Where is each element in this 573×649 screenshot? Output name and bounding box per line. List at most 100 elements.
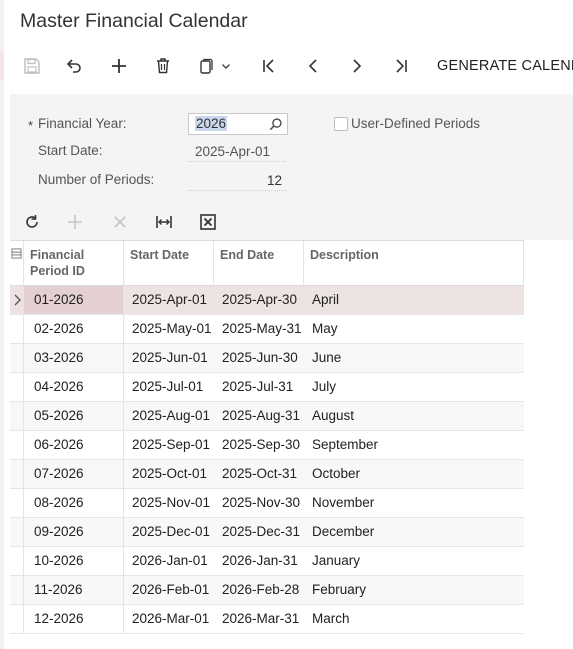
cell-period-id[interactable]: 10-2026 [24, 547, 124, 575]
cell-end-date[interactable]: 2025-Jun-30 [214, 344, 304, 372]
table-row[interactable]: 05-2026 2025-Aug-01 2025-Aug-31 August [10, 402, 524, 431]
column-selector-icon[interactable] [10, 241, 24, 286]
cell-period-id[interactable]: 01-2026 [24, 286, 124, 314]
user-defined-periods-checkbox[interactable] [334, 117, 348, 131]
export-excel-button[interactable] [194, 208, 222, 236]
cell-description[interactable]: February [304, 576, 524, 604]
table-row[interactable]: 12-2026 2026-Mar-01 2026-Mar-31 March [10, 605, 524, 634]
row-selector[interactable] [10, 315, 24, 343]
cell-end-date[interactable]: 2025-Jul-31 [214, 373, 304, 401]
financial-year-field[interactable]: 2026 [188, 113, 288, 135]
add-button[interactable] [103, 50, 135, 82]
cell-end-date[interactable]: 2025-Dec-31 [214, 518, 304, 546]
cell-end-date[interactable]: 2026-Jan-31 [214, 547, 304, 575]
generate-calendar-button[interactable]: GENERATE CALEND [437, 58, 573, 74]
row-selector[interactable] [10, 518, 24, 546]
cell-start-date[interactable]: 2025-Nov-01 [124, 489, 214, 517]
add-row-button[interactable] [61, 208, 89, 236]
search-icon[interactable] [268, 117, 283, 132]
cell-description[interactable]: March [304, 605, 524, 633]
table-row[interactable]: 01-2026 2025-Apr-01 2025-Apr-30 April [10, 286, 524, 315]
table-row[interactable]: 11-2026 2026-Feb-01 2026-Feb-28 February [10, 576, 524, 605]
cell-description[interactable]: November [304, 489, 524, 517]
delete-button[interactable] [147, 50, 179, 82]
row-selector[interactable] [10, 460, 24, 488]
cell-description[interactable]: January [304, 547, 524, 575]
row-selector[interactable] [10, 286, 24, 314]
row-selector[interactable] [10, 402, 24, 430]
start-date-underline [188, 161, 286, 162]
cell-end-date[interactable]: 2026-Feb-28 [214, 576, 304, 604]
table-row[interactable]: 08-2026 2025-Nov-01 2025-Nov-30 November [10, 489, 524, 518]
cell-description[interactable]: September [304, 431, 524, 459]
row-selector[interactable] [10, 576, 24, 604]
table-row[interactable]: 03-2026 2025-Jun-01 2025-Jun-30 June [10, 344, 524, 373]
cell-description[interactable]: May [304, 315, 524, 343]
cell-start-date[interactable]: 2025-Oct-01 [124, 460, 214, 488]
cell-start-date[interactable]: 2025-Aug-01 [124, 402, 214, 430]
save-button[interactable] [16, 50, 48, 82]
cell-description[interactable]: April [304, 286, 524, 314]
cell-end-date[interactable]: 2025-Apr-30 [214, 286, 304, 314]
row-selector[interactable] [10, 547, 24, 575]
cell-end-date[interactable]: 2025-Nov-30 [214, 489, 304, 517]
previous-record-button[interactable] [297, 50, 329, 82]
cell-start-date[interactable]: 2025-Jul-01 [124, 373, 214, 401]
cell-period-id[interactable]: 02-2026 [24, 315, 124, 343]
plus-icon [112, 59, 126, 73]
cell-period-id[interactable]: 12-2026 [24, 605, 124, 633]
table-row[interactable]: 10-2026 2026-Jan-01 2026-Jan-31 January [10, 547, 524, 576]
trash-icon [157, 58, 169, 74]
table-row[interactable]: 02-2026 2025-May-01 2025-May-31 May [10, 315, 524, 344]
header-financial-period-id[interactable]: Financial Period ID [24, 241, 124, 286]
cell-end-date[interactable]: 2026-Mar-31 [214, 605, 304, 633]
add-row-icon [68, 215, 82, 229]
first-record-button[interactable] [253, 50, 285, 82]
cell-description[interactable]: October [304, 460, 524, 488]
cell-start-date[interactable]: 2025-May-01 [124, 315, 214, 343]
next-record-button[interactable] [341, 50, 373, 82]
table-row[interactable]: 07-2026 2025-Oct-01 2025-Oct-31 October [10, 460, 524, 489]
fit-columns-icon [156, 216, 172, 228]
delete-row-button[interactable] [106, 208, 134, 236]
header-end-date[interactable]: End Date [214, 241, 304, 286]
header-start-date[interactable]: Start Date [124, 241, 214, 286]
row-selector[interactable] [10, 605, 24, 633]
header-description[interactable]: Description [304, 241, 524, 286]
cell-start-date[interactable]: 2025-Sep-01 [124, 431, 214, 459]
cell-start-date[interactable]: 2026-Jan-01 [124, 547, 214, 575]
cell-start-date[interactable]: 2026-Feb-01 [124, 576, 214, 604]
table-row[interactable]: 09-2026 2025-Dec-01 2025-Dec-31 December [10, 518, 524, 547]
cell-period-id[interactable]: 09-2026 [24, 518, 124, 546]
cell-period-id[interactable]: 11-2026 [24, 576, 124, 604]
refresh-button[interactable] [18, 208, 46, 236]
cell-end-date[interactable]: 2025-May-31 [214, 315, 304, 343]
cell-period-id[interactable]: 03-2026 [24, 344, 124, 372]
cell-description[interactable]: August [304, 402, 524, 430]
undo-button[interactable] [58, 50, 90, 82]
cell-description[interactable]: June [304, 344, 524, 372]
cell-end-date[interactable]: 2025-Aug-31 [214, 402, 304, 430]
cell-end-date[interactable]: 2025-Oct-31 [214, 460, 304, 488]
cell-start-date[interactable]: 2025-Dec-01 [124, 518, 214, 546]
last-record-button[interactable] [385, 50, 417, 82]
row-selector[interactable] [10, 344, 24, 372]
cell-start-date[interactable]: 2025-Apr-01 [124, 286, 214, 314]
fit-columns-button[interactable] [150, 208, 178, 236]
cell-period-id[interactable]: 06-2026 [24, 431, 124, 459]
cell-start-date[interactable]: 2026-Mar-01 [124, 605, 214, 633]
row-selector[interactable] [10, 431, 24, 459]
cell-period-id[interactable]: 04-2026 [24, 373, 124, 401]
table-row[interactable]: 04-2026 2025-Jul-01 2025-Jul-31 July [10, 373, 524, 402]
row-selector[interactable] [10, 373, 24, 401]
cell-period-id[interactable]: 08-2026 [24, 489, 124, 517]
cell-description[interactable]: December [304, 518, 524, 546]
cell-description[interactable]: July [304, 373, 524, 401]
cell-period-id[interactable]: 05-2026 [24, 402, 124, 430]
cell-start-date[interactable]: 2025-Jun-01 [124, 344, 214, 372]
cell-period-id[interactable]: 07-2026 [24, 460, 124, 488]
row-selector[interactable] [10, 489, 24, 517]
copy-paste-dropdown[interactable] [215, 50, 237, 82]
cell-end-date[interactable]: 2025-Sep-30 [214, 431, 304, 459]
table-row[interactable]: 06-2026 2025-Sep-01 2025-Sep-30 Septembe… [10, 431, 524, 460]
